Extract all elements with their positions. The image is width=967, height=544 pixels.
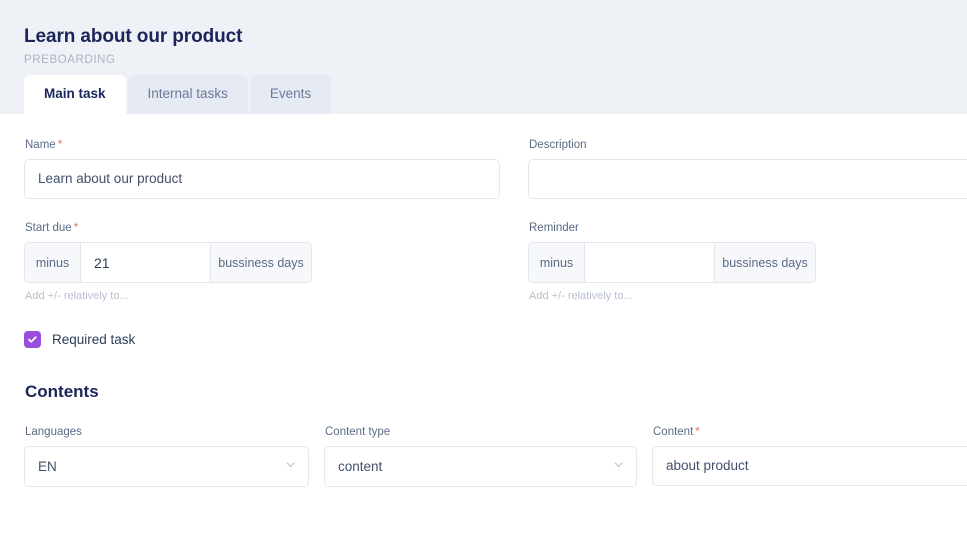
required-task-label: Required task (52, 331, 136, 347)
content-required-asterisk: * (695, 426, 700, 438)
start-due-control: minus 21 bussiness days (24, 242, 312, 283)
checkmark-icon (27, 334, 38, 345)
languages-selected-value: EN (38, 459, 57, 474)
languages-select[interactable]: EN (24, 446, 309, 487)
tab-events[interactable]: Events (249, 75, 332, 114)
chevron-down-icon (612, 458, 625, 476)
name-required-asterisk: * (57, 139, 63, 151)
row-name-description: Name * Learn about our product Descriptio… (24, 138, 967, 199)
required-task-row: Required task (24, 331, 943, 348)
page-subtitle: PREBOARDING (24, 54, 116, 66)
content-type-label: Content type (325, 426, 391, 438)
contents-section-title: Contents (25, 382, 99, 401)
required-task-checkbox[interactable] (24, 331, 41, 348)
page-header: Learn about our product PREBOARDING Main… (0, 0, 967, 114)
tab-internal-tasks[interactable]: Internal tasks (127, 75, 248, 114)
field-group-content-type: Content type content (324, 425, 637, 487)
reminder-operator-select[interactable]: minus (529, 243, 585, 282)
field-group-start-due: Start due * minus 21 bussiness days Add +… (24, 221, 528, 303)
field-group-reminder: Reminder minus bussiness days Add +/- re… (528, 221, 943, 303)
start-due-operator-select[interactable]: minus (25, 243, 81, 282)
row-startdue-reminder: Start due * minus 21 bussiness days Add +… (24, 221, 943, 303)
field-group-description: Description (528, 138, 967, 199)
reminder-label: Reminder (529, 222, 579, 234)
field-group-name: Name * Learn about our product (24, 138, 528, 199)
start-due-label-text: Start due (25, 222, 72, 234)
reminder-control: minus bussiness days (528, 242, 816, 283)
reminder-unit-select[interactable]: bussiness days (714, 243, 815, 282)
tab-main-task-label: Main task (44, 86, 106, 101)
content-label: Content * (653, 425, 943, 439)
content-type-select[interactable]: content (324, 446, 637, 487)
description-input[interactable] (528, 159, 967, 199)
field-group-languages: Languages EN (24, 425, 309, 487)
name-label-text: Name (25, 139, 56, 151)
start-due-value-input[interactable]: 21 (81, 243, 210, 282)
start-due-unit-select[interactable]: bussiness days (210, 243, 311, 282)
field-group-content: Content * about product (652, 425, 967, 487)
tab-internal-tasks-label: Internal tasks (147, 86, 228, 101)
content-input[interactable]: about product (652, 446, 967, 486)
name-input[interactable]: Learn about our product (24, 159, 500, 199)
start-due-required-asterisk: * (73, 222, 79, 234)
tab-events-label: Events (269, 86, 312, 101)
content-type-selected-value: content (338, 459, 383, 474)
reminder-value-input[interactable] (585, 243, 714, 282)
row-contents: Languages EN Content type content Conten… (24, 425, 967, 487)
page-title: Learn about our product (24, 26, 243, 47)
main-content: Name * Learn about our product Descriptio… (0, 138, 967, 487)
start-due-hint: Add +/- relatively to... (25, 290, 129, 302)
content-label-text: Content (653, 426, 694, 438)
tab-bar: Main task Internal tasks Events (24, 75, 332, 114)
name-label: Name * (25, 138, 528, 152)
description-label: Description (529, 139, 587, 151)
tab-main-task[interactable]: Main task (24, 75, 126, 114)
languages-label: Languages (25, 426, 82, 438)
start-due-label: Start due * (25, 221, 528, 235)
reminder-hint: Add +/- relatively to... (529, 290, 633, 302)
chevron-down-icon (284, 458, 297, 476)
